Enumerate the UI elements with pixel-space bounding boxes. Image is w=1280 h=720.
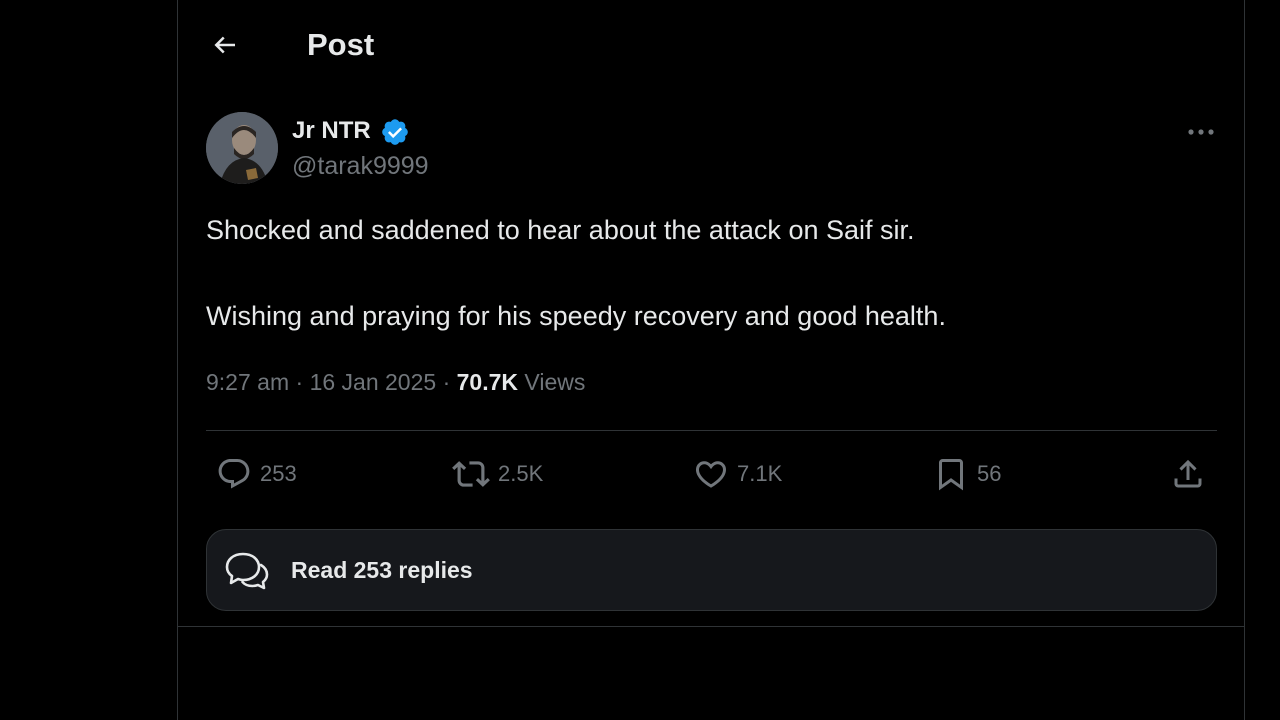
heart-icon xyxy=(695,461,727,488)
post-detail-column: Post Jr NTR @tarak9999 Shocked and sadde… xyxy=(177,0,1245,720)
post-text-line-1: Shocked and saddened to hear about the a… xyxy=(206,215,915,245)
page-header: Post xyxy=(178,0,1244,90)
avatar[interactable] xyxy=(206,112,278,184)
share-button[interactable] xyxy=(1170,452,1206,496)
repost-button[interactable]: 2.5K xyxy=(452,452,543,496)
views-label: Views xyxy=(524,369,586,395)
like-button[interactable]: 7.1K xyxy=(693,452,782,496)
divider xyxy=(206,430,1217,431)
post-time[interactable]: 9:27 am xyxy=(206,369,289,395)
post-date[interactable]: 16 Jan 2025 xyxy=(310,369,437,395)
more-options-button[interactable] xyxy=(1183,118,1219,146)
more-horizontal-icon xyxy=(1188,129,1214,135)
repost-icon xyxy=(452,461,490,487)
back-button[interactable] xyxy=(206,26,244,64)
page-title: Post xyxy=(307,27,375,62)
repost-count: 2.5K xyxy=(498,461,544,486)
post-meta: 9:27 am · 16 Jan 2025 · 70.7K Views xyxy=(206,366,585,398)
avatar-photo xyxy=(206,112,278,184)
read-replies-label: Read 253 replies xyxy=(291,556,473,583)
verified-badge-icon[interactable] xyxy=(380,117,410,147)
author-handle[interactable]: @tarak9999 xyxy=(292,151,429,181)
reply-count: 253 xyxy=(260,461,297,486)
bookmark-button[interactable]: 56 xyxy=(933,452,1001,496)
section-divider xyxy=(178,626,1244,627)
meta-separator: · xyxy=(295,369,304,395)
meta-separator: · xyxy=(442,369,451,395)
arrow-left-icon xyxy=(214,36,235,54)
views-count[interactable]: 70.7K xyxy=(457,369,518,395)
reply-bubble-icon xyxy=(218,459,250,489)
bookmark-count: 56 xyxy=(977,461,1002,486)
author-display-name[interactable]: Jr NTR xyxy=(292,116,371,146)
post-text-line-2: Wishing and praying for his speedy recov… xyxy=(206,301,946,331)
reply-button[interactable]: 253 xyxy=(216,452,297,496)
bookmark-icon xyxy=(939,459,963,491)
share-icon xyxy=(1174,459,1202,488)
read-replies-button[interactable]: Read 253 replies xyxy=(206,529,1217,611)
like-count: 7.1K xyxy=(737,461,783,486)
conversation-bubbles-icon xyxy=(225,552,269,590)
